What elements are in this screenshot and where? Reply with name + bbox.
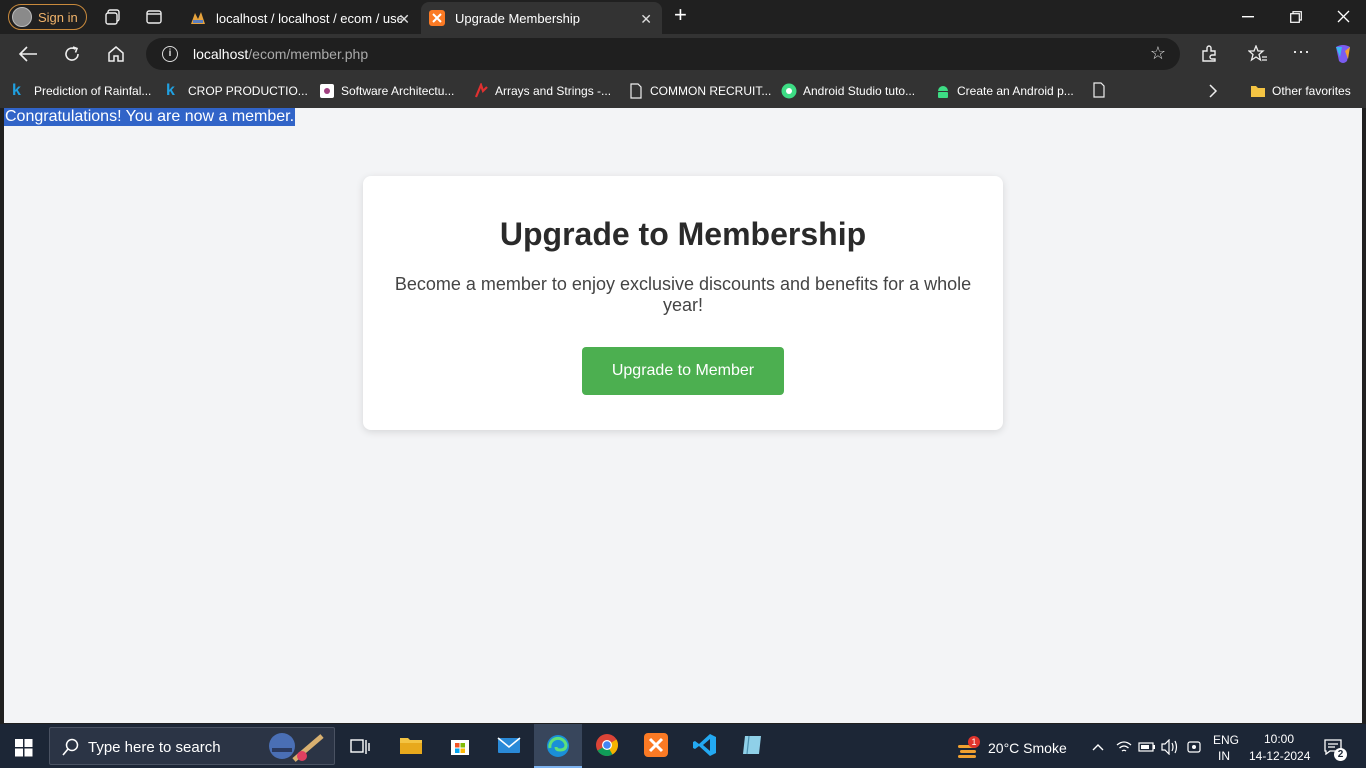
volume-icon[interactable] bbox=[1161, 739, 1179, 755]
upgrade-button[interactable]: Upgrade to Member bbox=[582, 347, 784, 395]
address-bar[interactable]: i localhost/ecom/member.php ☆ bbox=[146, 38, 1180, 70]
language-indicator[interactable]: ENG bbox=[1213, 733, 1239, 747]
back-icon[interactable] bbox=[18, 45, 38, 63]
notification-badge: 2 bbox=[1334, 748, 1347, 761]
android-studio-icon bbox=[781, 83, 797, 99]
bookmark-item[interactable]: Software Architectu... bbox=[319, 82, 454, 100]
weather-text[interactable]: 20°C Smoke bbox=[988, 740, 1067, 756]
kaggle-icon: k bbox=[12, 82, 21, 99]
bookmark-item[interactable]: Create an Android p... bbox=[935, 82, 1074, 100]
tab-upgrade-membership[interactable]: Upgrade Membership ✕ bbox=[421, 2, 662, 34]
battery-icon[interactable] bbox=[1138, 741, 1156, 753]
bookmark-label: Arrays and Strings -... bbox=[495, 84, 612, 98]
kaggle-icon: k bbox=[166, 82, 175, 99]
android-icon bbox=[938, 86, 948, 98]
tab-title: localhost / localhost / ecom / use bbox=[216, 10, 402, 26]
other-favorites-label: Other favorites bbox=[1272, 84, 1351, 98]
restore-icon[interactable] bbox=[1290, 11, 1302, 23]
sign-in-label: Sign in bbox=[38, 9, 78, 25]
microsoft-store-icon[interactable] bbox=[447, 732, 473, 758]
close-tab-icon[interactable]: ✕ bbox=[398, 11, 410, 28]
minimize-icon[interactable] bbox=[1242, 16, 1254, 18]
copilot-icon[interactable] bbox=[1332, 43, 1354, 65]
search-placeholder: Type here to search bbox=[88, 739, 221, 756]
bookmark-item[interactable]: Arrays and Strings -... bbox=[473, 82, 611, 100]
notes-app-icon[interactable] bbox=[740, 732, 766, 758]
bookmark-item[interactable]: k Prediction of Rainfal... bbox=[12, 82, 151, 100]
edge-taskbar-active[interactable] bbox=[534, 724, 582, 768]
taskbar: Type here to search 1 20°C Smoke ENG IN … bbox=[0, 724, 1366, 768]
file-explorer-icon[interactable] bbox=[398, 732, 424, 758]
bookmark-item[interactable]: Android Studio tuto... bbox=[781, 82, 915, 100]
other-favorites[interactable]: Other favorites bbox=[1250, 82, 1351, 100]
wifi-icon[interactable] bbox=[1116, 740, 1132, 754]
bookmark-label: CROP PRODUCTIO... bbox=[188, 84, 308, 98]
windows-start-icon[interactable] bbox=[15, 739, 33, 757]
congratulations-message: Congratulations! You are now a member. bbox=[4, 108, 296, 126]
bookmark-label: COMMON RECRUIT... bbox=[650, 84, 772, 98]
browser-toolbar: i localhost/ecom/member.php ☆ ⋯ bbox=[0, 34, 1366, 74]
bookmark-label: Prediction of Rainfal... bbox=[34, 84, 152, 98]
tab-phpmyadmin[interactable]: localhost / localhost / ecom / use ✕ bbox=[182, 2, 420, 34]
mail-icon[interactable] bbox=[496, 732, 522, 758]
tab-actions-icon[interactable] bbox=[145, 8, 163, 26]
extensions-icon[interactable] bbox=[1200, 45, 1218, 63]
favorites-icon[interactable] bbox=[1248, 45, 1268, 63]
workspaces-icon[interactable] bbox=[104, 8, 122, 26]
url-path: /ecom/member.php bbox=[248, 46, 369, 62]
home-icon[interactable] bbox=[106, 44, 126, 64]
refresh-icon[interactable] bbox=[62, 44, 82, 64]
page-title: Upgrade to Membership bbox=[499, 216, 867, 252]
tab-strip: Sign in localhost / localhost / ecom / u… bbox=[0, 0, 1366, 34]
membership-description: Become a member to enjoy exclusive disco… bbox=[394, 274, 972, 315]
chevron-right-icon[interactable] bbox=[1208, 84, 1218, 98]
geeks-icon bbox=[474, 83, 488, 98]
close-tab-icon[interactable]: ✕ bbox=[640, 11, 652, 28]
site-icon bbox=[320, 84, 334, 98]
taskbar-search[interactable]: Type here to search bbox=[49, 727, 335, 765]
meet-now-icon[interactable] bbox=[1187, 740, 1201, 754]
xampp-icon[interactable] bbox=[643, 732, 669, 758]
membership-card: Upgrade to Membership Become a member to… bbox=[363, 176, 1003, 430]
favorite-star-icon[interactable]: ☆ bbox=[1150, 43, 1166, 64]
bookmark-label: Software Architectu... bbox=[341, 84, 455, 98]
close-window-icon[interactable] bbox=[1337, 10, 1350, 23]
sign-in-button[interactable]: Sign in bbox=[8, 4, 87, 30]
xampp-icon bbox=[429, 10, 445, 26]
site-info-icon[interactable]: i bbox=[162, 46, 178, 62]
chrome-icon[interactable] bbox=[594, 732, 620, 758]
page-content: Congratulations! You are now a member. U… bbox=[4, 108, 1362, 723]
new-tab-button[interactable]: + bbox=[674, 2, 687, 28]
clock-time[interactable]: 10:00 bbox=[1264, 732, 1294, 746]
document-icon bbox=[630, 83, 642, 99]
bookmarks-bar: k Prediction of Rainfal... k CROP PRODUC… bbox=[0, 74, 1366, 108]
url-text[interactable]: localhost/ecom/member.php bbox=[193, 46, 368, 62]
folder-icon bbox=[1251, 86, 1265, 97]
phpmyadmin-icon bbox=[191, 12, 205, 24]
language-region: IN bbox=[1218, 749, 1230, 763]
cricket-illustration-icon bbox=[269, 733, 324, 762]
more-options-icon[interactable]: ⋯ bbox=[1292, 42, 1310, 63]
chevron-up-icon[interactable] bbox=[1092, 743, 1104, 751]
task-view-icon[interactable] bbox=[350, 738, 370, 756]
avatar bbox=[12, 7, 32, 27]
edge-icon bbox=[547, 735, 569, 757]
vscode-icon[interactable] bbox=[692, 732, 718, 758]
search-icon bbox=[62, 738, 79, 756]
url-host: localhost bbox=[193, 46, 249, 62]
tab-title: Upgrade Membership bbox=[455, 10, 581, 26]
clock-date[interactable]: 14-12-2024 bbox=[1249, 749, 1310, 763]
bookmark-label: Android Studio tuto... bbox=[803, 84, 916, 98]
weather-badge: 1 bbox=[968, 736, 980, 748]
bookmark-item[interactable]: k CROP PRODUCTIO... bbox=[166, 82, 308, 100]
document-icon[interactable] bbox=[1091, 82, 1107, 98]
bookmark-item[interactable]: COMMON RECRUIT... bbox=[628, 82, 771, 100]
bookmark-label: Create an Android p... bbox=[957, 84, 1074, 98]
